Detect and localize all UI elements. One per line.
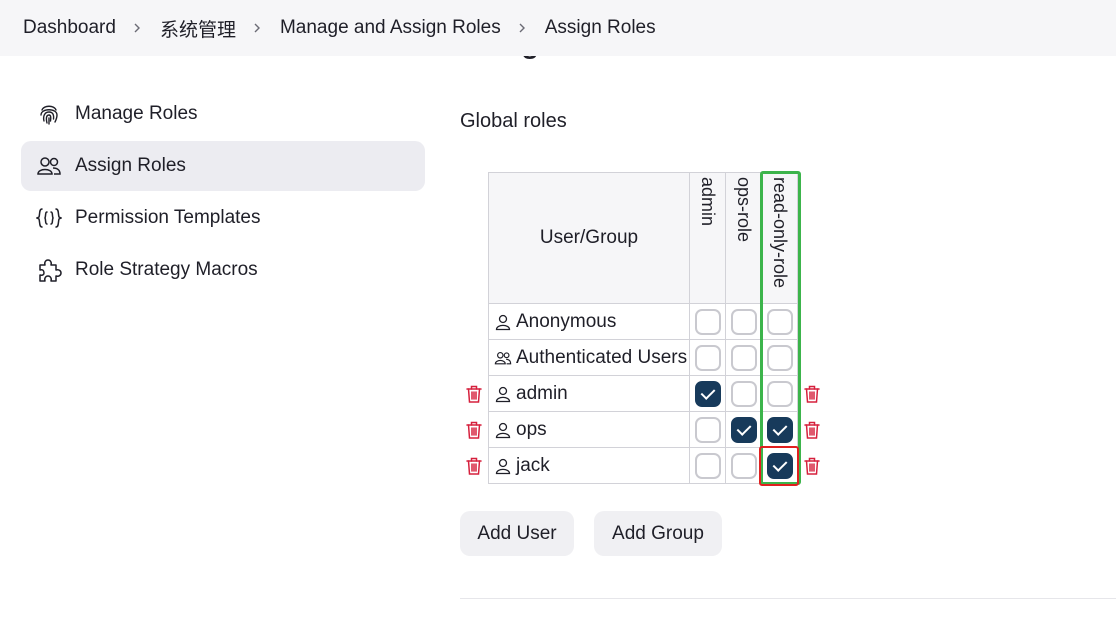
sidebar-item-label: Manage Roles xyxy=(75,103,198,124)
users-icon xyxy=(36,153,62,179)
role-checkbox-read-only-role[interactable] xyxy=(766,380,793,407)
role-checkbox-read-only-role[interactable] xyxy=(766,452,793,479)
global-roles-table: User/Group admin ops-role read-only-role… xyxy=(488,172,798,484)
global-roles-heading: Global roles xyxy=(460,110,567,132)
sidebar-item-manage-roles[interactable]: Manage Roles xyxy=(21,89,425,139)
role-checkbox-cell xyxy=(725,303,762,340)
user-icon xyxy=(494,313,516,331)
breadcrumb-manage-assign-roles[interactable]: Manage and Assign Roles xyxy=(280,17,501,39)
role-checkbox-cell xyxy=(689,375,726,412)
add-group-button[interactable]: Add Group xyxy=(594,511,722,556)
role-checkbox-ops-role[interactable] xyxy=(730,380,757,407)
role-checkbox-read-only-role[interactable] xyxy=(766,416,793,443)
column-header-role: read-only-role xyxy=(761,172,798,304)
delete-row-icon[interactable] xyxy=(803,456,823,476)
row-name-cell: ops xyxy=(488,411,690,448)
role-checkbox-admin[interactable] xyxy=(694,308,721,335)
table-row: admin xyxy=(488,375,798,412)
role-checkbox-cell xyxy=(689,303,726,340)
delete-row-icon[interactable] xyxy=(803,420,823,440)
sidebar-item-label: Role Strategy Macros xyxy=(75,259,258,280)
sidebar-item-assign-roles[interactable]: Assign Roles xyxy=(21,141,425,191)
column-header-user-group: User/Group xyxy=(488,172,690,304)
breadcrumb-system-management[interactable]: 系统管理 xyxy=(160,15,236,42)
row-name-cell: Anonymous xyxy=(488,303,690,340)
role-checkbox-cell xyxy=(689,339,726,376)
role-checkbox-cell xyxy=(689,411,726,448)
role-checkbox-cell xyxy=(725,375,762,412)
role-checkbox-cell xyxy=(725,447,762,484)
breadcrumb-dashboard[interactable]: Dashboard xyxy=(23,17,116,39)
row-name-label: Authenticated Users xyxy=(516,346,688,368)
sidebar-item-role-strategy-macros[interactable]: Role Strategy Macros xyxy=(21,245,425,295)
roles-table-body: Anonymous Authenticated Users admin ops jack xyxy=(488,303,798,484)
chevron-right-icon xyxy=(517,23,527,33)
role-checkbox-ops-role[interactable] xyxy=(730,452,757,479)
table-row: jack xyxy=(488,447,798,484)
role-checkbox-admin[interactable] xyxy=(694,344,721,371)
role-checkbox-read-only-role[interactable] xyxy=(766,308,793,335)
braces-icon xyxy=(36,205,62,231)
table-row: Anonymous xyxy=(488,303,798,340)
sidebar-item-permission-templates[interactable]: Permission Templates xyxy=(21,193,425,243)
role-checkbox-cell xyxy=(761,375,798,412)
role-checkbox-cell xyxy=(761,447,798,484)
sidebar-item-label: Permission Templates xyxy=(75,207,261,228)
row-name-cell: admin xyxy=(488,375,690,412)
role-checkbox-admin[interactable] xyxy=(694,416,721,443)
role-checkbox-ops-role[interactable] xyxy=(730,344,757,371)
row-name-label: admin xyxy=(516,382,568,404)
role-checkbox-ops-role[interactable] xyxy=(730,416,757,443)
user-icon xyxy=(494,457,516,475)
table-row: Authenticated Users xyxy=(488,339,798,376)
sidebar-item-label: Assign Roles xyxy=(75,155,186,176)
user-icon xyxy=(494,421,516,439)
breadcrumb: Dashboard 系统管理 Manage and Assign Roles A… xyxy=(0,0,1116,56)
row-name-label: Anonymous xyxy=(516,310,617,332)
delete-row-icon[interactable] xyxy=(803,384,823,404)
delete-row-icon[interactable] xyxy=(465,456,485,476)
role-checkbox-ops-role[interactable] xyxy=(730,308,757,335)
chevron-right-icon xyxy=(252,23,262,33)
role-checkbox-read-only-role[interactable] xyxy=(766,344,793,371)
puzzle-icon xyxy=(36,257,62,283)
role-checkbox-cell xyxy=(761,411,798,448)
role-checkbox-cell xyxy=(725,411,762,448)
breadcrumb-assign-roles[interactable]: Assign Roles xyxy=(545,17,656,39)
row-name-label: jack xyxy=(516,454,550,476)
user-icon xyxy=(494,385,516,403)
delete-row-icon[interactable] xyxy=(465,384,485,404)
role-checkbox-cell xyxy=(761,339,798,376)
row-name-cell: Authenticated Users xyxy=(488,339,690,376)
role-checkbox-admin[interactable] xyxy=(694,380,721,407)
table-row: ops xyxy=(488,411,798,448)
role-checkbox-cell xyxy=(761,303,798,340)
chevron-right-icon xyxy=(132,23,142,33)
row-name-cell: jack xyxy=(488,447,690,484)
column-header-role: admin xyxy=(689,172,726,304)
fingerprint-icon xyxy=(36,101,62,127)
column-header-role: ops-role xyxy=(725,172,762,304)
divider xyxy=(460,598,1116,599)
add-user-button[interactable]: Add User xyxy=(460,511,574,556)
sidebar: Manage Roles Assign Roles Permission Tem… xyxy=(21,89,425,297)
role-checkbox-cell xyxy=(689,447,726,484)
group-icon xyxy=(494,349,516,367)
role-checkbox-admin[interactable] xyxy=(694,452,721,479)
row-name-label: ops xyxy=(516,418,547,440)
delete-row-icon[interactable] xyxy=(465,420,485,440)
role-checkbox-cell xyxy=(725,339,762,376)
